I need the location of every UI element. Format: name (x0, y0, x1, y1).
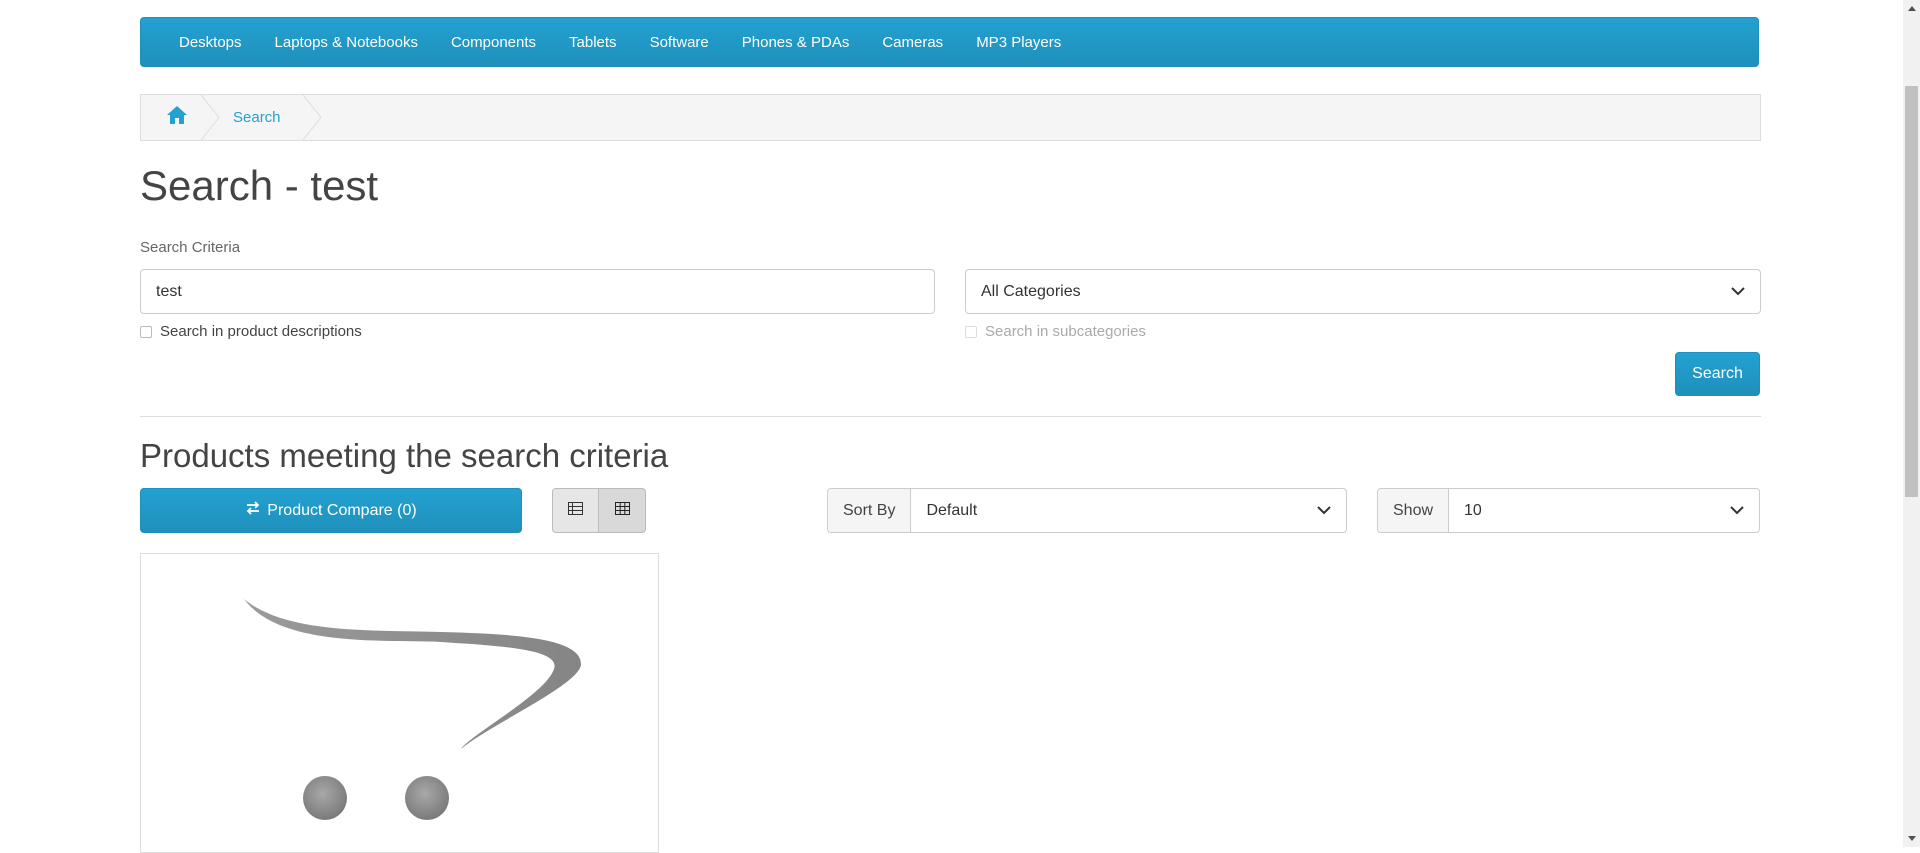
product-compare-label: Product Compare (0) (267, 501, 417, 519)
search-descriptions-option: Search in product descriptions (140, 323, 362, 340)
search-descriptions-label: Search in product descriptions (160, 323, 362, 340)
nav-item-mp3-players[interactable]: MP3 Players (962, 34, 1080, 51)
search-subcategories-label: Search in subcategories (985, 323, 1146, 340)
scrollbar-thumb[interactable] (1905, 86, 1918, 497)
nav-item-phones-pdas[interactable]: Phones & PDAs (728, 34, 869, 51)
category-select-value: All Categories (981, 282, 1081, 300)
nav-item-desktops[interactable]: Desktops (165, 34, 261, 51)
grid-view-icon (614, 501, 630, 520)
top-navigation-menu: Desktops Laptops & Notebooks Components … (140, 17, 1759, 67)
product-image-placeholder-cart-icon[interactable] (141, 554, 658, 848)
product-card[interactable] (140, 553, 659, 853)
sort-by-select[interactable]: Default (911, 489, 1346, 532)
category-select[interactable]: All Categories (965, 269, 1761, 314)
nav-item-laptops-notebooks[interactable]: Laptops & Notebooks (261, 34, 437, 51)
product-compare-button[interactable]: Product Compare (0) (140, 488, 522, 533)
show-limit-group: Show 10 (1377, 488, 1760, 533)
sort-by-label: Sort By (828, 489, 912, 532)
search-descriptions-checkbox[interactable] (140, 325, 152, 338)
show-limit-value: 10 (1464, 501, 1482, 519)
chevron-down-icon (1317, 502, 1331, 520)
search-button[interactable]: Search (1675, 352, 1760, 396)
search-subcategories-option: Search in subcategories (965, 323, 1146, 340)
grid-view-button[interactable] (599, 488, 646, 533)
nav-item-tablets[interactable]: Tablets (555, 34, 636, 51)
sort-by-group: Sort By Default (827, 488, 1347, 533)
search-subcategories-checkbox[interactable] (965, 325, 977, 338)
breadcrumb-separator-icon (201, 95, 220, 140)
search-criteria-label: Search Criteria (140, 239, 241, 256)
scroll-up-arrow-icon[interactable] (1903, 0, 1920, 17)
breadcrumb: Search (140, 94, 1761, 141)
exchange-icon (245, 501, 261, 520)
breadcrumb-separator-icon (302, 95, 322, 140)
show-label: Show (1378, 489, 1450, 532)
nav-item-software[interactable]: Software (636, 34, 728, 51)
scroll-down-arrow-icon[interactable] (1903, 830, 1920, 847)
chevron-down-icon (1731, 283, 1745, 301)
home-icon (166, 105, 188, 130)
chevron-down-icon (1730, 502, 1744, 520)
results-heading: Products meeting the search criteria (140, 437, 669, 474)
list-view-icon (568, 501, 583, 520)
nav-item-components[interactable]: Components (437, 34, 555, 51)
nav-item-cameras[interactable]: Cameras (868, 34, 962, 51)
page-title: Search - test (140, 162, 379, 209)
search-input[interactable] (140, 269, 935, 314)
show-limit-select[interactable]: 10 (1449, 489, 1759, 532)
list-view-button[interactable] (552, 488, 599, 533)
view-toggle-group (552, 488, 646, 533)
scrollbar[interactable] (1903, 0, 1920, 847)
sort-by-value: Default (926, 501, 978, 519)
breadcrumb-home-link[interactable] (141, 95, 201, 140)
breadcrumb-item-search[interactable]: Search (221, 95, 303, 140)
section-divider (140, 416, 1761, 417)
